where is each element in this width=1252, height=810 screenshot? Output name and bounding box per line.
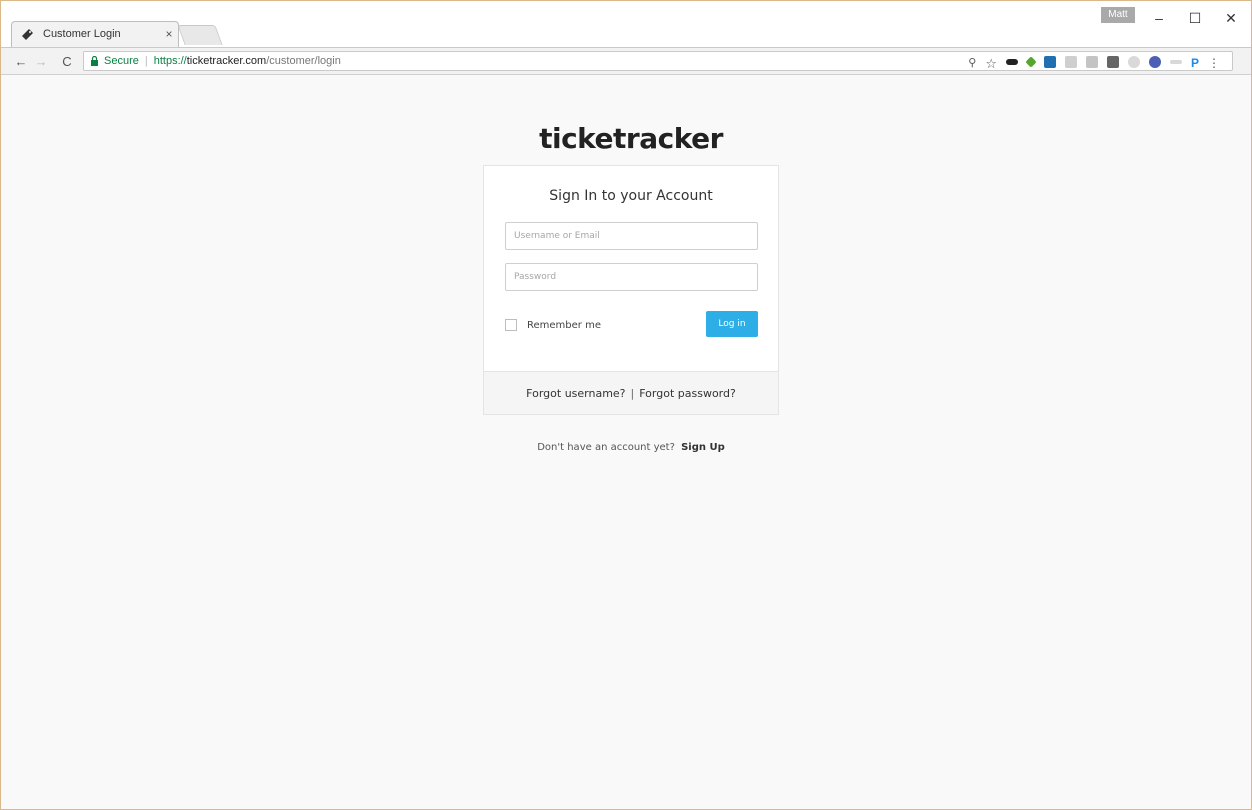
browser-toolbar: ← → C Secure | https://ticketracker.com /… <box>1 47 1251 75</box>
remember-me-checkbox[interactable] <box>505 319 517 331</box>
remember-me[interactable]: Remember me <box>505 319 601 331</box>
tab-close-icon[interactable]: × <box>159 27 179 41</box>
window-maximize-button[interactable]: ☐ <box>1177 7 1213 29</box>
address-bar[interactable]: Secure | https://ticketracker.com/custom… <box>83 51 1233 71</box>
extension-area: ⚲ ☆ P ⋮ <box>968 52 1220 72</box>
flat-extension-icon[interactable] <box>1169 60 1182 64</box>
circle-extension-icon[interactable] <box>1148 56 1161 68</box>
card-title: Sign In to your Account <box>549 188 713 204</box>
new-tab-button[interactable] <box>177 25 223 45</box>
browser-titlebar: Customer Login × Matt – ☐ ✕ <box>1 1 1251 47</box>
tab-title: Customer Login <box>43 28 121 40</box>
profile-badge[interactable]: Matt <box>1101 7 1135 23</box>
p-extension-icon[interactable]: P <box>1191 56 1199 70</box>
site-logo[interactable]: ticketracker <box>1 122 1252 155</box>
gray-extension-icon-1[interactable] <box>1064 56 1077 68</box>
forgot-username-link[interactable]: Forgot username? <box>526 387 625 400</box>
url-scheme: https:// <box>153 55 187 67</box>
login-card: Sign In to your Account Remember me Log … <box>483 165 779 415</box>
url-host: ticketracker.com <box>186 55 267 67</box>
browser-menu-icon[interactable]: ⋮ <box>1208 56 1220 70</box>
signup-prompt-text: Don't have an account yet? <box>537 442 675 453</box>
browser-tab[interactable]: Customer Login × <box>11 21 179 47</box>
gray-extension-icon-2[interactable] <box>1085 56 1098 68</box>
page-content: ticketracker Sign In to your Account Rem… <box>1 76 1251 809</box>
username-input[interactable] <box>505 222 758 250</box>
reload-icon[interactable]: C <box>57 50 77 72</box>
glasses-extension-icon[interactable] <box>1005 59 1018 65</box>
forward-arrow-icon[interactable]: → <box>31 50 51 72</box>
secure-label: Secure <box>104 55 139 67</box>
url-path: /customer/login <box>266 55 341 67</box>
remember-me-label: Remember me <box>527 319 601 331</box>
key-icon[interactable]: ⚲ <box>968 56 976 69</box>
footer-separator: | <box>630 386 635 400</box>
signup-prompt: Don't have an account yet? Sign Up <box>1 442 1252 453</box>
dark-extension-icon[interactable] <box>1106 56 1119 68</box>
back-arrow-icon[interactable]: ← <box>11 50 31 72</box>
card-footer: Forgot username? | Forgot password? <box>484 371 778 414</box>
omnibox-separator: | <box>144 55 148 67</box>
blue-extension-icon[interactable] <box>1043 56 1056 68</box>
lock-icon <box>90 55 99 66</box>
login-button[interactable]: Log in <box>706 311 758 337</box>
shield-extension-icon[interactable] <box>1127 56 1140 68</box>
forgot-password-link[interactable]: Forgot password? <box>639 387 736 400</box>
ticket-icon <box>21 27 35 41</box>
bookmark-star-icon[interactable]: ☆ <box>985 56 997 71</box>
window-minimize-button[interactable]: – <box>1141 7 1177 29</box>
password-input[interactable] <box>505 263 758 291</box>
signup-link[interactable]: Sign Up <box>681 442 725 453</box>
diamond-extension-icon[interactable] <box>1025 56 1037 68</box>
window-close-button[interactable]: ✕ <box>1213 7 1249 29</box>
